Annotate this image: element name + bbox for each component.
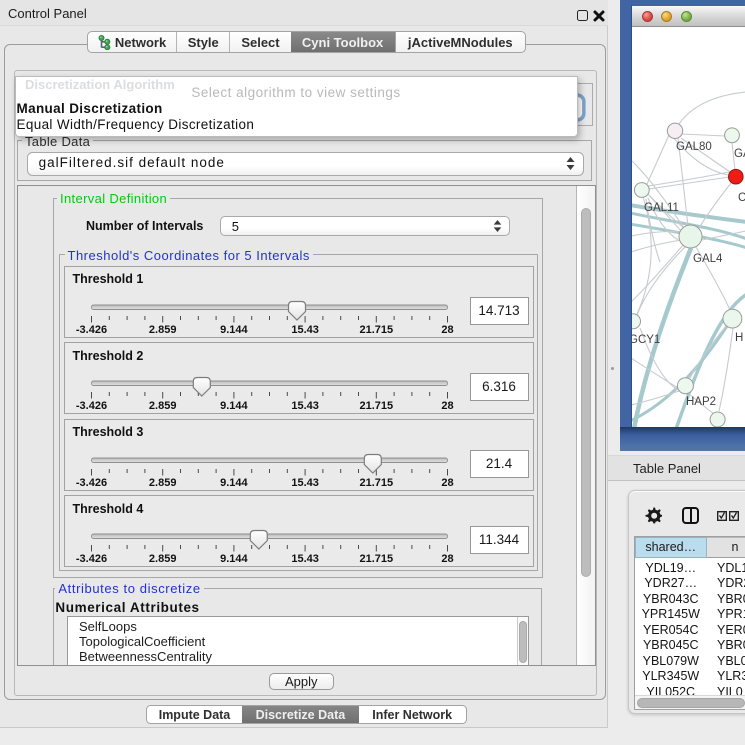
- svg-text:GAL11: GAL11: [644, 202, 679, 214]
- svg-text:GA: GA: [734, 148, 745, 160]
- svg-text:21.715: 21.715: [359, 477, 393, 489]
- svg-text:H: H: [735, 332, 743, 344]
- svg-text:28: 28: [441, 400, 453, 412]
- svg-text:9.144: 9.144: [220, 553, 248, 565]
- svg-text:28: 28: [441, 324, 453, 336]
- svg-text:28: 28: [441, 553, 453, 565]
- svg-text:15.43: 15.43: [291, 553, 319, 565]
- svg-text:-3.426: -3.426: [75, 477, 106, 489]
- svg-text:15.43: 15.43: [291, 477, 319, 489]
- svg-text:2.859: 2.859: [148, 324, 176, 336]
- svg-text:C: C: [738, 192, 745, 204]
- svg-text:9.144: 9.144: [220, 477, 248, 489]
- svg-text:2.859: 2.859: [148, 477, 176, 489]
- svg-text:2.859: 2.859: [148, 400, 176, 412]
- svg-text:9.144: 9.144: [220, 324, 248, 336]
- svg-text:GAL4: GAL4: [693, 253, 723, 265]
- svg-text:-3.426: -3.426: [75, 553, 106, 565]
- svg-text:-3.426: -3.426: [75, 324, 106, 336]
- svg-text:2.859: 2.859: [148, 553, 176, 565]
- svg-text:21.715: 21.715: [359, 324, 393, 336]
- svg-text:-3.426: -3.426: [75, 400, 106, 412]
- svg-text:28: 28: [441, 477, 453, 489]
- svg-text:15.43: 15.43: [291, 400, 319, 412]
- svg-text:15.43: 15.43: [291, 324, 319, 336]
- svg-text:21.715: 21.715: [359, 553, 393, 565]
- svg-text:GAL80: GAL80: [676, 141, 712, 153]
- svg-text:9.144: 9.144: [220, 400, 248, 412]
- svg-text:21.715: 21.715: [359, 400, 393, 412]
- svg-text:HAP2: HAP2: [686, 396, 716, 408]
- svg-text:GCY1: GCY1: [632, 334, 660, 346]
